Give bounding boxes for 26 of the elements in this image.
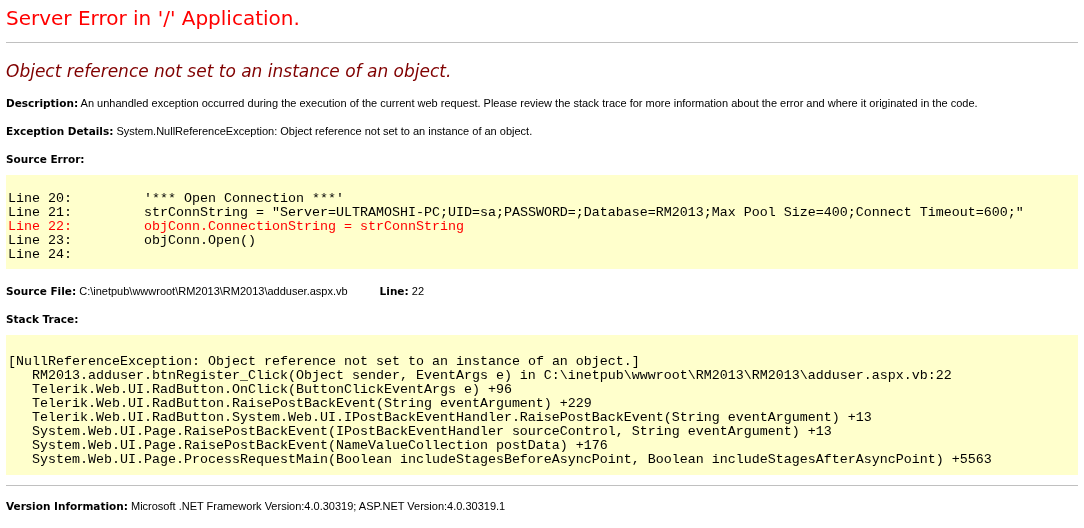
stack-trace-line: System.Web.UI.Page.RaisePostBackEvent(NameValueCollection postData) +176 (31, 439, 608, 453)
line-number: Line 24: (8, 248, 73, 262)
line-number: Line 21: (8, 206, 73, 220)
stack-trace-line: System.Web.UI.Page.RaisePostBackEvent(IPostBackEventHandler sourceControl, String eventArgument) +13 (31, 425, 832, 439)
error-message: Object reference not set to an instance of an object. (6, 60, 452, 83)
code-line: objConn.ConnectionString = strConnString (143, 220, 464, 234)
exception-details-text: Exception Details: System.NullReferenceException: Object reference not set to an instance of an object. (6, 124, 533, 139)
stack-trace-line: RM2013.adduser.btnRegister_Click(Object sender, EventArgs e) in C:\inetpub\wwwroot\RM2013\RM2013\adduser.aspx.vb:22 (31, 369, 952, 383)
section-heading: Source Error: (6, 152, 85, 167)
code-line: objConn.Open() (143, 234, 256, 248)
source-line-text: Line: 22 (379, 284, 424, 299)
line-number: Line 23: (8, 234, 73, 248)
stack-trace-line: Telerik.Web.UI.RadButton.System.Web.UI.IPostBackEventHandler.RaisePostBackEvent(String eventArgument) +13 (31, 411, 872, 425)
code-line: '*** Open Connection ***' (143, 192, 344, 206)
description-text: Description: An unhandled exception occurred during the execution of the current web request. Please review the stack trace for more information about the error and where it originated in the code. (6, 96, 978, 111)
stack-trace-line: System.Web.UI.Page.ProcessRequestMain(Boolean includeStagesBeforeAsyncPoint, Boolean includeStagesAfterAsyncPoint) +5563 (31, 453, 992, 467)
code-line: strConnString = "Server=ULTRAMOSHI-PC;UID=sa;PASSWORD=;Database=RM2013;Max Pool Size=400;Connect Timeout=600;" (143, 206, 1024, 220)
version-info-text: Version Information: Microsoft .NET Framework Version:4.0.30319; ASP.NET Version:4.0.30319.1 (6, 499, 506, 514)
stack-trace-line: Telerik.Web.UI.RadButton.RaisePostBackEvent(String eventArgument) +229 (31, 397, 592, 411)
line-number: Line 20: (8, 192, 73, 206)
source-file-text: Source File: C:\inetpub\wwwroot\RM2013\RM2013\adduser.aspx.vb (6, 284, 348, 299)
stack-trace-line: [NullReferenceException: Object reference not set to an instance of an object.] (8, 355, 640, 369)
page-title: Server Error in '/' Application. (6, 5, 300, 32)
section-heading: Stack Trace: (6, 312, 79, 327)
stack-trace-line: Telerik.Web.UI.RadButton.OnClick(ButtonClickEventArgs e) +96 (31, 383, 512, 397)
line-number: Line 22: (8, 220, 73, 234)
